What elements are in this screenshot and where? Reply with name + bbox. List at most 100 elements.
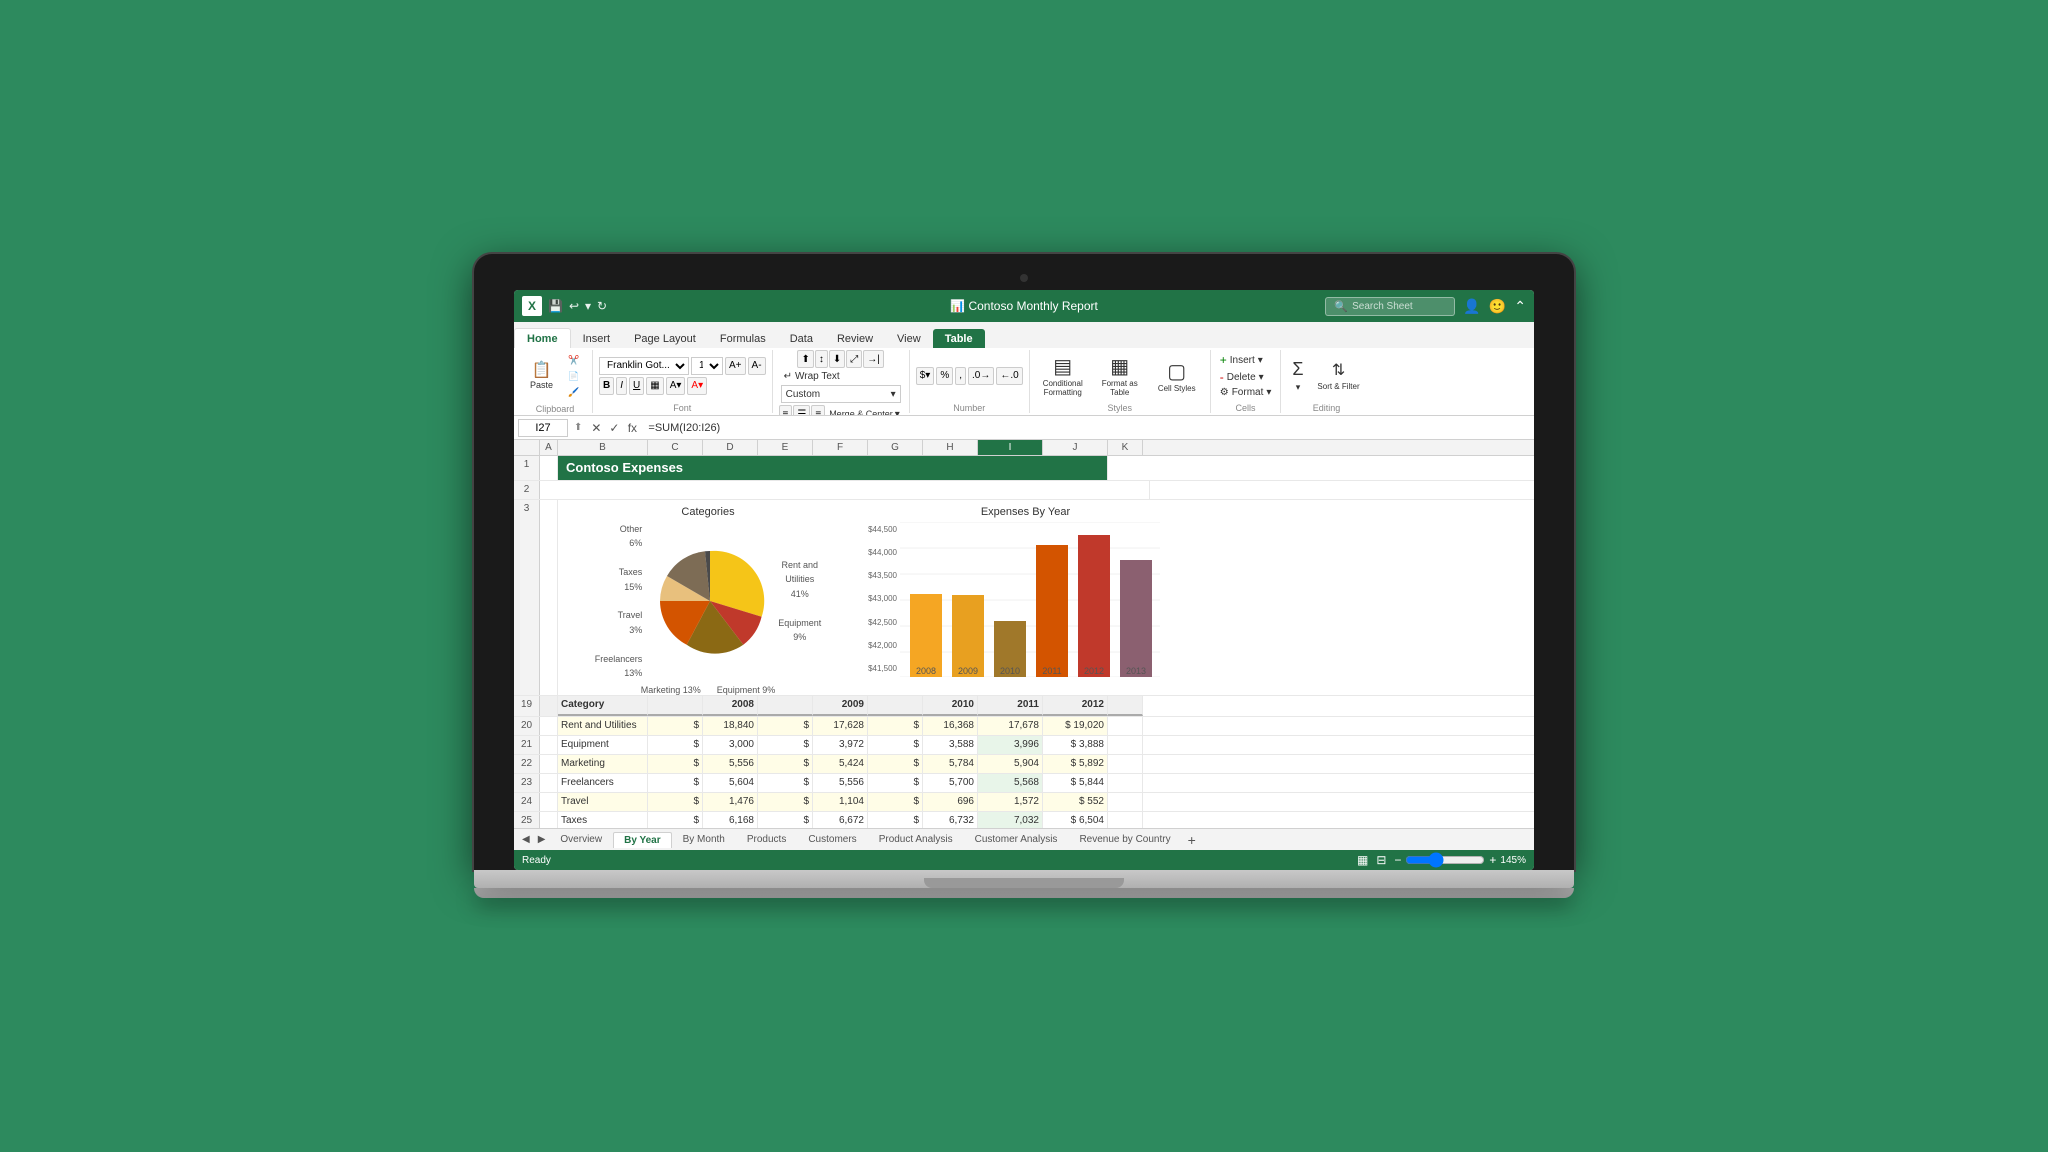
- formula-expand-btn[interactable]: ⬆: [572, 422, 584, 433]
- cell-c24[interactable]: $: [648, 793, 703, 811]
- conditional-formatting-btn[interactable]: ▤ Conditional Formatting: [1036, 351, 1090, 400]
- cell-h21[interactable]: 3,588: [923, 736, 978, 754]
- cell-i24[interactable]: 1,572: [978, 793, 1043, 811]
- smile-icon[interactable]: 🙂: [1489, 298, 1506, 315]
- cell-b25[interactable]: Taxes: [558, 812, 648, 828]
- cell-j22[interactable]: $ 5,892: [1043, 755, 1108, 773]
- cell-i23[interactable]: 5,568: [978, 774, 1043, 792]
- col-header-g[interactable]: G: [868, 440, 923, 455]
- cell-e24[interactable]: $: [758, 793, 813, 811]
- format-cells-btn[interactable]: ⚙ Format ▾: [1217, 386, 1275, 399]
- cell-e20[interactable]: $: [758, 717, 813, 735]
- cell-b22[interactable]: Marketing: [558, 755, 648, 773]
- sheet-tab-overview[interactable]: Overview: [549, 831, 613, 848]
- cell-styles-btn[interactable]: ▢ Cell Styles: [1150, 356, 1204, 396]
- cell-d24[interactable]: 1,476: [703, 793, 758, 811]
- cell-k20[interactable]: [1108, 717, 1143, 735]
- cell-d21[interactable]: 3,000: [703, 736, 758, 754]
- cell-a21[interactable]: [540, 736, 558, 754]
- comma-btn[interactable]: ,: [955, 367, 966, 385]
- col-header-j[interactable]: J: [1043, 440, 1108, 455]
- cell-d20[interactable]: 18,840: [703, 717, 758, 735]
- cell-a23[interactable]: [540, 774, 558, 792]
- cell-h24[interactable]: 696: [923, 793, 978, 811]
- fill-color-btn[interactable]: A▾: [666, 377, 686, 395]
- zoom-in-btn[interactable]: +: [1489, 853, 1496, 867]
- cell-f22[interactable]: 5,424: [813, 755, 868, 773]
- cell-k19[interactable]: [1108, 696, 1143, 716]
- zoom-out-btn[interactable]: −: [1394, 853, 1401, 867]
- cell-e22[interactable]: $: [758, 755, 813, 773]
- bold-btn[interactable]: B: [599, 377, 614, 395]
- account-icon[interactable]: 👤: [1463, 298, 1480, 315]
- sheet-tab-revenue[interactable]: Revenue by Country: [1068, 831, 1181, 848]
- cell-f21[interactable]: 3,972: [813, 736, 868, 754]
- decrease-decimal-btn[interactable]: ←.0: [996, 367, 1022, 385]
- sort-filter-btn[interactable]: ⇅ Sort & Filter: [1312, 357, 1366, 394]
- confirm-formula-btn[interactable]: ✓: [606, 421, 622, 435]
- cut-btn[interactable]: ✂️: [562, 353, 586, 368]
- italic-btn[interactable]: I: [616, 377, 627, 395]
- cell-b2[interactable]: [540, 481, 1150, 499]
- cell-d22[interactable]: 5,556: [703, 755, 758, 773]
- custom-dropdown[interactable]: Custom ▾: [781, 385, 901, 403]
- tab-page-layout[interactable]: Page Layout: [622, 329, 708, 348]
- sum-btn[interactable]: Σ ▾: [1287, 356, 1308, 396]
- cell-i19[interactable]: 2011: [978, 696, 1043, 716]
- cell-a1[interactable]: [540, 456, 558, 480]
- col-header-b[interactable]: B: [558, 440, 648, 455]
- cell-c22[interactable]: $: [648, 755, 703, 773]
- cancel-formula-btn[interactable]: ✕: [588, 421, 604, 435]
- cell-b21[interactable]: Equipment: [558, 736, 648, 754]
- redo-btn[interactable]: ↻: [597, 299, 607, 313]
- cell-e25[interactable]: $: [758, 812, 813, 828]
- cell-e23[interactable]: $: [758, 774, 813, 792]
- cell-h22[interactable]: 5,784: [923, 755, 978, 773]
- cell-c19[interactable]: [648, 696, 703, 716]
- search-box[interactable]: 🔍 Search Sheet: [1325, 297, 1455, 316]
- zoom-slider[interactable]: [1405, 852, 1485, 868]
- sheet-tab-customers[interactable]: Customers: [797, 831, 867, 848]
- undo-btn[interactable]: ↩: [569, 299, 579, 313]
- tab-data[interactable]: Data: [778, 329, 825, 348]
- cell-h19[interactable]: 2010: [923, 696, 978, 716]
- cell-a20[interactable]: [540, 717, 558, 735]
- text-rotate-btn[interactable]: ⤢: [846, 350, 862, 368]
- align-bottom-btn[interactable]: ⬇: [829, 350, 845, 368]
- col-header-h[interactable]: H: [923, 440, 978, 455]
- format-painter-btn[interactable]: 🖌️: [562, 385, 586, 400]
- cell-ref-input[interactable]: [518, 419, 568, 437]
- cell-d25[interactable]: 6,168: [703, 812, 758, 828]
- cell-h20[interactable]: 16,368: [923, 717, 978, 735]
- merge-center-btn[interactable]: Merge & Center ▾: [826, 405, 903, 416]
- col-header-i[interactable]: I: [978, 440, 1043, 455]
- tab-view[interactable]: View: [885, 329, 933, 348]
- currency-btn[interactable]: $▾: [916, 367, 935, 385]
- underline-btn[interactable]: U: [629, 377, 644, 395]
- align-left-btn[interactable]: ≡: [779, 405, 793, 416]
- cell-i22[interactable]: 5,904: [978, 755, 1043, 773]
- cell-g23[interactable]: $: [868, 774, 923, 792]
- cell-b24[interactable]: Travel: [558, 793, 648, 811]
- cell-g21[interactable]: $: [868, 736, 923, 754]
- cell-g19[interactable]: [868, 696, 923, 716]
- cell-f19[interactable]: 2009: [813, 696, 868, 716]
- cell-h25[interactable]: 6,732: [923, 812, 978, 828]
- normal-view-btn[interactable]: ▦: [1357, 853, 1368, 867]
- cell-j19[interactable]: 2012: [1043, 696, 1108, 716]
- cell-k23[interactable]: [1108, 774, 1143, 792]
- tab-formulas[interactable]: Formulas: [708, 329, 778, 348]
- font-size-select[interactable]: 10: [691, 357, 723, 375]
- align-center-btn[interactable]: ☰: [793, 405, 810, 416]
- cell-i20[interactable]: 17,678: [978, 717, 1043, 735]
- cell-f24[interactable]: 1,104: [813, 793, 868, 811]
- sheet-tab-products[interactable]: Products: [736, 831, 797, 848]
- copy-btn[interactable]: 📄: [562, 369, 586, 384]
- delete-cells-btn[interactable]: - Delete ▾: [1217, 369, 1275, 385]
- cell-b1[interactable]: Contoso Expenses: [558, 456, 1108, 480]
- cell-k24[interactable]: [1108, 793, 1143, 811]
- cell-b20[interactable]: Rent and Utilities: [558, 717, 648, 735]
- cell-h23[interactable]: 5,700: [923, 774, 978, 792]
- wrap-text-btn[interactable]: ↵ Wrap Text: [781, 370, 843, 383]
- cell-k21[interactable]: [1108, 736, 1143, 754]
